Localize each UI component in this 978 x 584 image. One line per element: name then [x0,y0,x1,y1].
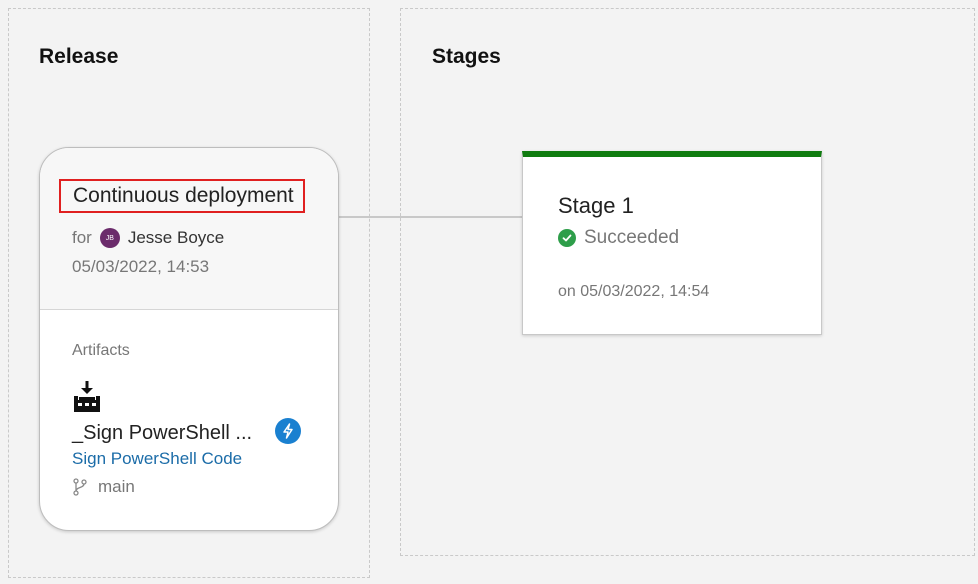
stage-name[interactable]: Stage 1 [558,193,634,219]
user-name: Jesse Boyce [127,228,225,247]
artifact-name: _Sign PowerShell ... [72,422,253,444]
branch-icon [73,478,87,496]
check-circle-icon [558,229,576,247]
branch-name: main [98,477,135,496]
release-requested-for: for JB Jesse Boyce [72,228,224,248]
stage-status: Succeeded [558,227,679,249]
continuous-deployment-trigger-badge[interactable] [275,418,301,444]
artifact-branch: main [72,477,135,497]
release-section-title: Release [39,45,119,68]
for-label: for [72,228,92,247]
stages-section-title: Stages [432,45,501,68]
release-card[interactable]: Continuous deployment for JB Jesse Boyce… [39,147,339,531]
stage-date: on 05/03/2022, 14:54 [558,283,710,300]
release-card-header: Continuous deployment for JB Jesse Boyce… [40,148,338,310]
artifact-source-link[interactable]: Sign PowerShell Code [72,449,242,469]
avatar: JB [99,228,120,248]
build-artifact-icon [74,381,100,412]
stage-card[interactable]: Stage 1 Succeeded on 05/03/2022, 14:54 [522,151,822,335]
release-date: 05/03/2022, 14:53 [72,257,210,276]
artifacts-label: Artifacts [72,342,130,359]
stage-status-label: Succeeded [584,227,680,248]
pipeline-connector [338,216,400,218]
lightning-icon [283,423,293,439]
release-trigger-label[interactable]: Continuous deployment [59,179,305,213]
pipeline-connector [400,216,522,218]
